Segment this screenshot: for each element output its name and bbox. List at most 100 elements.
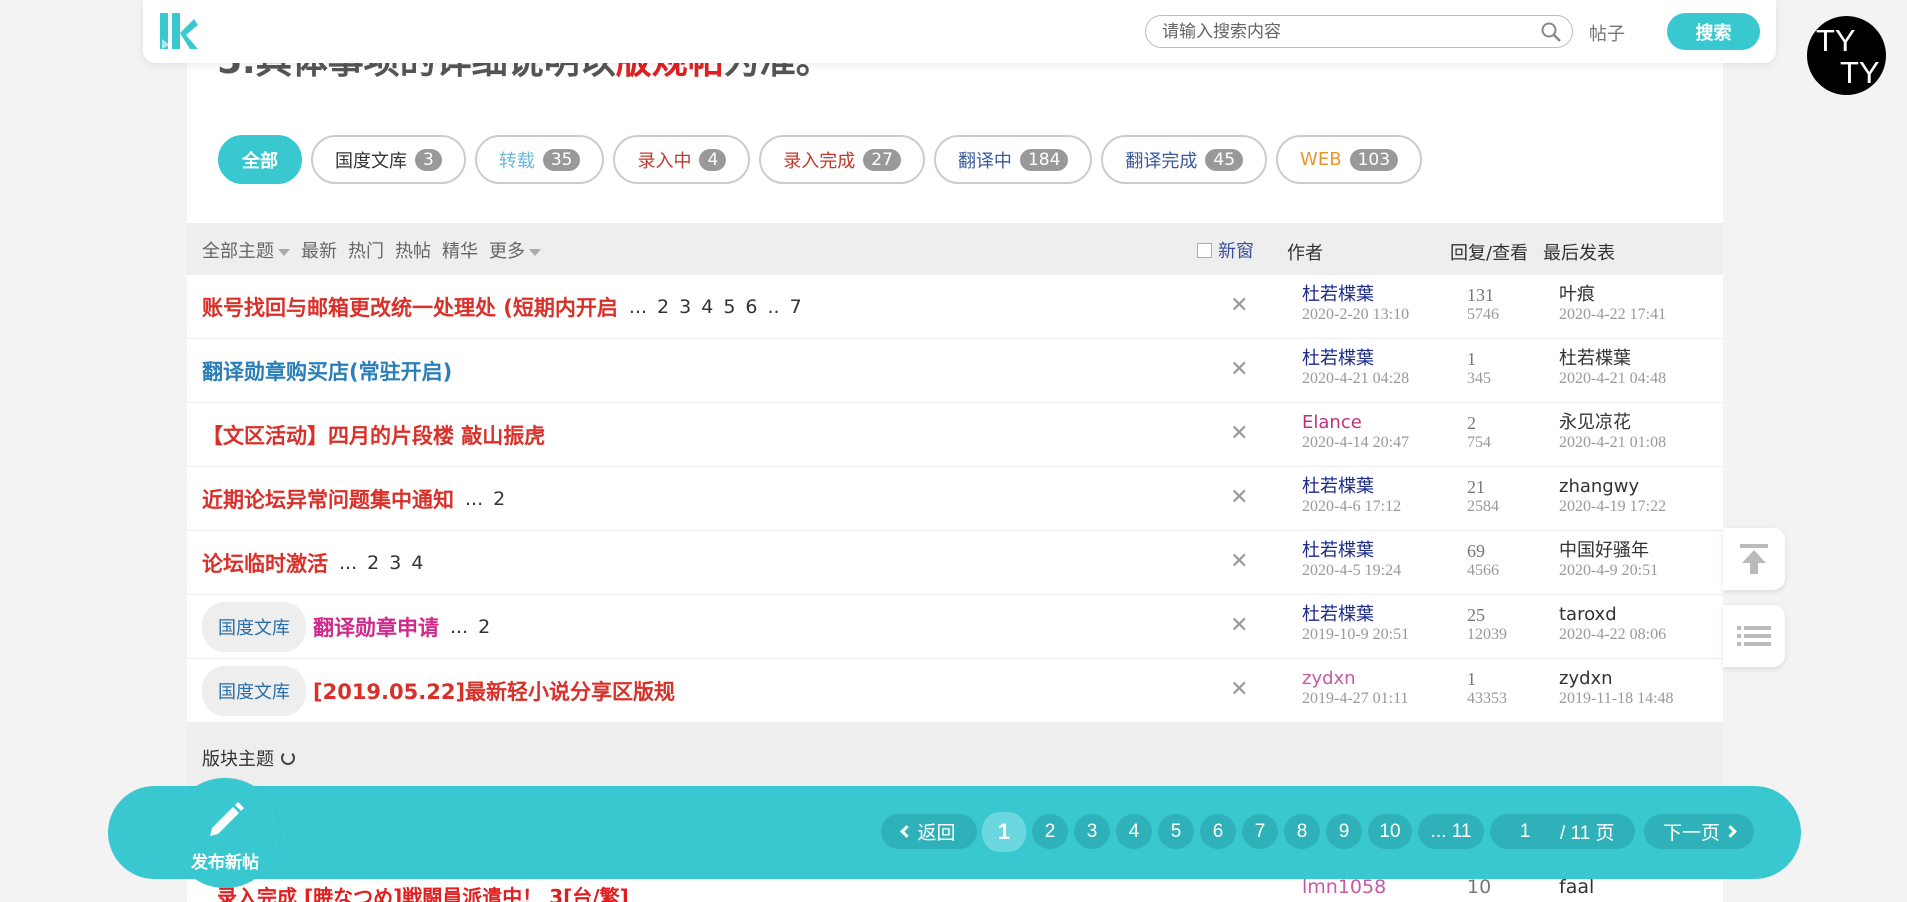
page-jump[interactable]: 1 / 11 页 <box>1490 814 1635 849</box>
thread-page-link[interactable]: 6 <box>745 296 757 318</box>
table-row[interactable]: 【文区活动】四月的片段楼 敲山振虎 ✕ Elance 2020-4-14 20:47 2… <box>187 403 1723 467</box>
back-button[interactable]: 返回 <box>881 814 977 849</box>
last-poster[interactable]: zhangwy <box>1559 477 1666 497</box>
page-number-button[interactable]: 8 <box>1284 814 1320 849</box>
thread-title[interactable]: 录入完成 [暁なつめ]戦闘員派遣中！ 3[台/繁] <box>217 881 629 902</box>
thread-title[interactable]: 【文区活动】四月的片段楼 敲山振虎 <box>202 420 545 450</box>
avatar[interactable]: TY TY <box>1807 16 1886 95</box>
back-to-top-button[interactable] <box>1723 528 1785 590</box>
sort-hot-posts[interactable]: 热帖 <box>395 237 431 263</box>
thread-page-link[interactable]: ... <box>450 616 468 638</box>
thread-page-link[interactable]: 3 <box>679 296 691 318</box>
search-scope-select[interactable]: 帖子 <box>1589 20 1625 46</box>
thread-author[interactable]: 杜若楪葉 <box>1302 477 1401 497</box>
page-number-button[interactable]: 7 <box>1242 814 1278 849</box>
table-row[interactable]: 翻译勋章购买店(常驻开启) ✕ 杜若楪葉 2020-4-21 04:28 1 345 杜若楪… <box>187 339 1723 403</box>
table-row[interactable]: 近期论坛异常问题集中通知... 2 ✕ 杜若楪葉 2020-4-6 17:12 21 258… <box>187 467 1723 531</box>
table-row[interactable]: 论坛临时激活... 2 3 4 ✕ 杜若楪葉 2020-4-5 19:24 69 4566 中国好… <box>187 531 1723 595</box>
thread-category-tag[interactable]: 国度文库 <box>202 602 306 652</box>
thread-author[interactable]: 杜若楪葉 <box>1302 285 1409 305</box>
close-icon[interactable]: ✕ <box>1230 549 1248 574</box>
category-pill[interactable]: 录入完成 27 <box>759 135 925 184</box>
table-row[interactable]: 账号找回与邮箱更改统一处理处 (短期内开启... 2 3 4 5 6.. 7 ✕ 杜若楪葉 202… <box>187 275 1723 339</box>
page-number-button[interactable]: 5 <box>1158 814 1194 849</box>
search-input[interactable] <box>1162 22 1532 42</box>
thread-title[interactable]: 翻译勋章申请 <box>313 612 439 642</box>
thread-title[interactable]: 论坛临时激活 <box>202 548 328 578</box>
page-number-button[interactable]: 9 <box>1326 814 1362 849</box>
category-pill[interactable]: 全部 <box>218 135 302 184</box>
last-poster[interactable]: 叶痕 <box>1559 285 1666 305</box>
thread-author[interactable]: lmn1058 <box>1302 876 1386 898</box>
last-poster[interactable]: faal <box>1559 876 1594 898</box>
thread-page-link[interactable]: 2 <box>367 552 379 574</box>
page-jump-input[interactable]: 1 <box>1490 821 1560 843</box>
thread-title[interactable]: 账号找回与邮箱更改统一处理处 (短期内开启 <box>202 292 618 322</box>
refresh-icon[interactable] <box>281 751 295 765</box>
thread-page-link[interactable]: 2 <box>493 488 505 510</box>
sort-digest[interactable]: 精华 <box>442 237 478 263</box>
close-icon[interactable]: ✕ <box>1230 421 1248 446</box>
search-button[interactable]: 搜索 <box>1667 13 1760 50</box>
new-window-checkbox[interactable] <box>1197 242 1212 258</box>
thread-page-link[interactable]: 3 <box>389 552 401 574</box>
page-number-button[interactable]: 3 <box>1074 814 1110 849</box>
page-number-button[interactable]: 4 <box>1116 814 1152 849</box>
thread-author[interactable]: 杜若楪葉 <box>1302 541 1401 561</box>
sort-hot[interactable]: 热门 <box>348 237 384 263</box>
last-poster[interactable]: 杜若楪葉 <box>1559 349 1666 369</box>
thread-page-link[interactable]: 4 <box>701 296 713 318</box>
chevron-down-icon <box>278 248 290 256</box>
last-poster[interactable]: zydxn <box>1559 669 1674 689</box>
category-pill[interactable]: WEB 103 <box>1276 135 1423 184</box>
close-icon[interactable]: ✕ <box>1230 677 1248 702</box>
sort-latest[interactable]: 最新 <box>301 237 337 263</box>
last-poster[interactable]: taroxd <box>1559 605 1666 625</box>
page-current[interactable]: 1 <box>982 812 1026 852</box>
thread-page-link[interactable]: 2 <box>478 616 490 638</box>
last-poster[interactable]: 中国好骚年 <box>1559 541 1658 561</box>
thread-title[interactable]: 翻译勋章购买店(常驻开启) <box>202 356 452 386</box>
page-number-button[interactable]: 6 <box>1200 814 1236 849</box>
thread-page-link[interactable]: ... <box>629 296 647 318</box>
thread-author[interactable]: 杜若楪葉 <box>1302 605 1409 625</box>
new-post-button[interactable]: 发布新帖 <box>170 778 280 888</box>
all-topics-dropdown[interactable]: 全部主题 <box>202 237 290 263</box>
site-logo[interactable] <box>158 11 200 53</box>
next-page-button[interactable]: 下一页 <box>1644 814 1754 849</box>
thread-title[interactable]: 近期论坛异常问题集中通知 <box>202 484 454 514</box>
close-icon[interactable]: ✕ <box>1230 485 1248 510</box>
category-pill[interactable]: 转载 35 <box>474 135 605 184</box>
close-icon[interactable]: ✕ <box>1230 357 1248 382</box>
more-dropdown[interactable]: 更多 <box>489 237 541 263</box>
thread-page-link[interactable]: 5 <box>723 296 735 318</box>
category-pill[interactable]: 录入中 4 <box>613 135 751 184</box>
thread-title[interactable]: [2019.05.22]最新轻小说分享区版规 <box>313 676 675 706</box>
thread-page-link[interactable]: ... <box>465 488 483 510</box>
category-pill[interactable]: 翻译完成 45 <box>1101 135 1268 184</box>
search-icon[interactable] <box>1540 21 1562 43</box>
category-pill[interactable]: 国度文库 3 <box>311 135 466 184</box>
table-row[interactable]: 国度文库 翻译勋章申请... 2 ✕ 杜若楪葉 2019-10-9 20:51 25 1203… <box>187 595 1723 659</box>
category-pill[interactable]: 翻译中 184 <box>933 135 1093 184</box>
page-number-button[interactable]: 2 <box>1032 814 1068 849</box>
thread-page-link[interactable]: 4 <box>411 552 423 574</box>
thread-page-link[interactable]: .. <box>768 296 780 318</box>
page-last[interactable]: ... 11 <box>1418 814 1484 849</box>
thread-page-link[interactable]: 2 <box>657 296 669 318</box>
thread-author[interactable]: zydxn <box>1302 669 1409 689</box>
category-count-badge: 45 <box>1205 148 1244 171</box>
page-number-button[interactable]: 10 <box>1368 814 1412 849</box>
close-icon[interactable]: ✕ <box>1230 293 1248 318</box>
thread-author[interactable]: Elance <box>1302 413 1409 433</box>
thread-page-link[interactable]: ... <box>339 552 357 574</box>
list-view-button[interactable] <box>1723 605 1785 667</box>
thread-page-link[interactable]: 7 <box>790 296 802 318</box>
category-pill-label: 全部 <box>242 150 278 172</box>
new-window-toggle[interactable]: 新窗 <box>1197 237 1254 263</box>
last-poster[interactable]: 永见凉花 <box>1559 413 1666 433</box>
table-row[interactable]: 国度文库 [2019.05.22]最新轻小说分享区版规 ✕ zydxn 2019-4-2… <box>187 659 1723 723</box>
thread-author[interactable]: 杜若楪葉 <box>1302 349 1409 369</box>
thread-category-tag[interactable]: 国度文库 <box>202 666 306 716</box>
close-icon[interactable]: ✕ <box>1230 613 1248 638</box>
